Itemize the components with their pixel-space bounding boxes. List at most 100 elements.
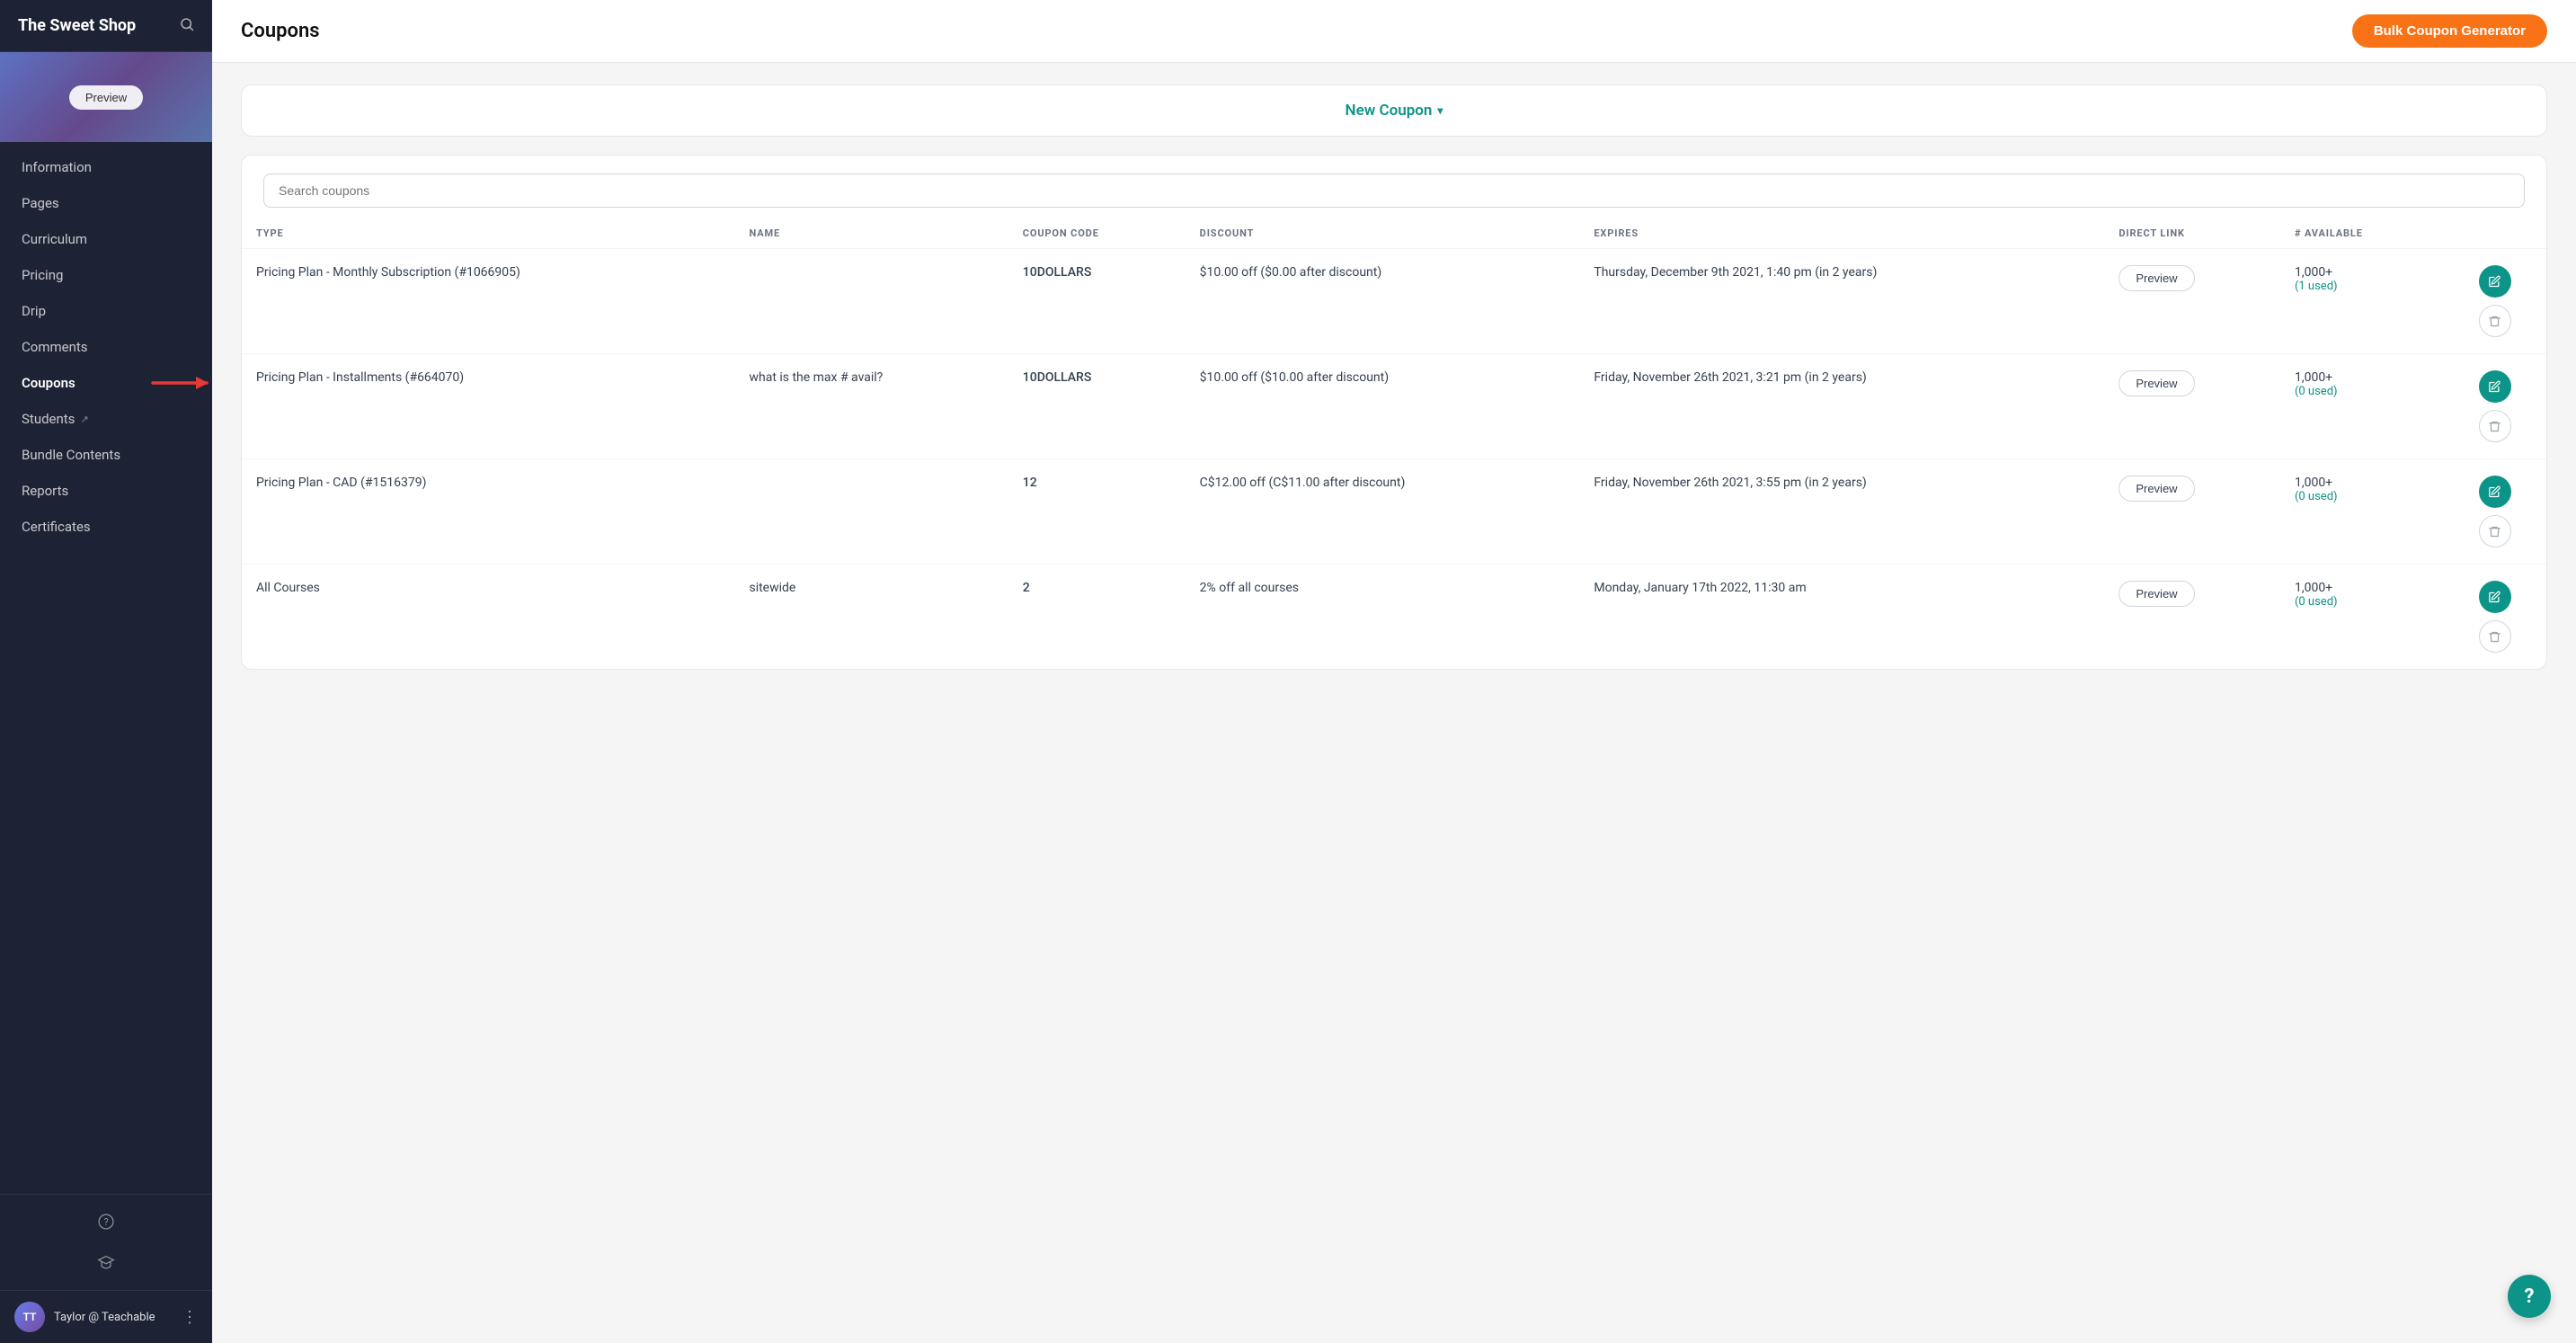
cell-direct-link: Preview [2104, 459, 2280, 565]
edit-button[interactable] [2479, 265, 2511, 298]
new-coupon-label: New Coupon ▾ [1346, 102, 1443, 120]
sidebar-bottom-icons: ? [0, 1194, 212, 1290]
cell-name: sitewide [734, 565, 1008, 670]
chevron-down-icon: ▾ [1437, 104, 1443, 117]
preview-link-button[interactable]: Preview [2119, 476, 2194, 502]
col-expires: EXPIRES [1579, 215, 2104, 249]
cell-name [734, 249, 1008, 354]
sidebar-item-information[interactable]: Information [0, 149, 212, 185]
cell-expires: Friday, November 26th 2021, 3:55 pm (in … [1579, 459, 2104, 565]
page-title: Coupons [241, 20, 320, 42]
sidebar-item-curriculum[interactable]: Curriculum [0, 221, 212, 257]
col-actions [2444, 215, 2546, 249]
cell-type: All Courses [242, 565, 734, 670]
search-bar-wrap [242, 156, 2546, 215]
cell-actions [2444, 565, 2546, 670]
cell-coupon-code: 12 [1008, 459, 1186, 565]
search-icon[interactable] [180, 17, 194, 35]
cell-actions [2444, 249, 2546, 354]
search-input[interactable] [263, 173, 2525, 208]
delete-button[interactable] [2479, 305, 2511, 337]
table-row: Pricing Plan - CAD (#1516379) 12 C$12.00… [242, 459, 2546, 565]
content-area: New Coupon ▾ TYPE NAME COUPON CODE DISCO [212, 63, 2576, 1343]
sidebar-item-coupons[interactable]: Coupons [0, 365, 212, 401]
coupons-card: TYPE NAME COUPON CODE DISCOUNT EXPIRES D… [241, 155, 2547, 670]
cell-coupon-code: 10DOLLARS [1008, 249, 1186, 354]
avatar: TT [14, 1302, 45, 1332]
cell-name [734, 459, 1008, 565]
cell-available: 1,000+ (0 used) [2280, 459, 2444, 565]
sidebar-item-certificates[interactable]: Certificates [0, 509, 212, 545]
table-row: Pricing Plan - Monthly Subscription (#10… [242, 249, 2546, 354]
table-header: TYPE NAME COUPON CODE DISCOUNT EXPIRES D… [242, 215, 2546, 249]
sidebar-preview-banner: Preview [0, 52, 212, 142]
edit-button[interactable] [2479, 581, 2511, 613]
table-row: Pricing Plan - Installments (#664070) wh… [242, 354, 2546, 459]
help-icon-btn[interactable]: ? [88, 1204, 124, 1240]
delete-button[interactable] [2479, 515, 2511, 547]
table-body: Pricing Plan - Monthly Subscription (#10… [242, 249, 2546, 670]
preview-button[interactable]: Preview [69, 85, 143, 110]
new-coupon-bar[interactable]: New Coupon ▾ [241, 84, 2547, 137]
cell-coupon-code: 2 [1008, 565, 1186, 670]
edit-button[interactable] [2479, 370, 2511, 403]
row-actions [2458, 581, 2532, 653]
sidebar-item-label: Drip [22, 303, 46, 319]
svg-text:?: ? [104, 1216, 109, 1228]
cell-type: Pricing Plan - Monthly Subscription (#10… [242, 249, 734, 354]
cell-expires: Friday, November 26th 2021, 3:21 pm (in … [1579, 354, 2104, 459]
app-name: The Sweet Shop [18, 16, 136, 35]
cell-type: Pricing Plan - Installments (#664070) [242, 354, 734, 459]
sidebar-nav: Information Pages Curriculum Pricing Dri… [0, 142, 212, 1194]
cell-discount: 2% off all courses [1186, 565, 1580, 670]
sidebar-item-pages[interactable]: Pages [0, 185, 212, 221]
preview-link-button[interactable]: Preview [2119, 265, 2194, 291]
delete-button[interactable] [2479, 620, 2511, 653]
row-actions [2458, 476, 2532, 547]
preview-link-button[interactable]: Preview [2119, 581, 2194, 607]
sidebar-item-pricing[interactable]: Pricing [0, 257, 212, 293]
cell-available: 1,000+ (0 used) [2280, 354, 2444, 459]
col-type: TYPE [242, 215, 734, 249]
table-row: All Courses sitewide 2 2% off all course… [242, 565, 2546, 670]
sidebar-item-students[interactable]: Students ↗ [0, 401, 212, 437]
bulk-coupon-button[interactable]: Bulk Coupon Generator [2352, 14, 2547, 48]
cell-available: 1,000+ (0 used) [2280, 565, 2444, 670]
cell-type: Pricing Plan - CAD (#1516379) [242, 459, 734, 565]
delete-button[interactable] [2479, 410, 2511, 442]
preview-link-button[interactable]: Preview [2119, 370, 2194, 396]
topbar: Coupons Bulk Coupon Generator [212, 0, 2576, 63]
red-arrow-annotation [144, 370, 212, 396]
row-actions [2458, 265, 2532, 337]
edit-button[interactable] [2479, 476, 2511, 508]
cell-discount: $10.00 off ($10.00 after discount) [1186, 354, 1580, 459]
sidebar-item-label: Students [22, 411, 75, 427]
help-fab[interactable]: ? [2508, 1275, 2551, 1318]
cell-direct-link: Preview [2104, 354, 2280, 459]
graduation-icon-btn[interactable] [88, 1245, 124, 1281]
col-name: NAME [734, 215, 1008, 249]
sidebar-item-label: Pricing [22, 267, 63, 283]
cell-direct-link: Preview [2104, 565, 2280, 670]
sidebar-item-drip[interactable]: Drip [0, 293, 212, 329]
cell-actions [2444, 459, 2546, 565]
row-actions [2458, 370, 2532, 442]
cell-expires: Thursday, December 9th 2021, 1:40 pm (in… [1579, 249, 2104, 354]
sidebar-item-label: Coupons [22, 375, 76, 391]
user-name: Taylor @ Teachable [54, 1311, 155, 1324]
new-coupon-text: New Coupon [1346, 102, 1433, 120]
sidebar-item-label: Curriculum [22, 231, 87, 247]
sidebar-item-reports[interactable]: Reports [0, 473, 212, 509]
cell-discount: C$12.00 off (C$11.00 after discount) [1186, 459, 1580, 565]
sidebar-item-bundle-contents[interactable]: Bundle Contents [0, 437, 212, 473]
sidebar-item-label: Pages [22, 195, 59, 211]
col-coupon-code: COUPON CODE [1008, 215, 1186, 249]
sidebar-user-section: TT Taylor @ Teachable ⋮ [0, 1290, 212, 1343]
sidebar-user: TT Taylor @ Teachable [14, 1302, 155, 1332]
cell-expires: Monday, January 17th 2022, 11:30 am [1579, 565, 2104, 670]
app-wrapper: The Sweet Shop Preview Information Pages… [0, 0, 2576, 1343]
coupons-table: TYPE NAME COUPON CODE DISCOUNT EXPIRES D… [242, 215, 2546, 669]
sidebar-item-comments[interactable]: Comments [0, 329, 212, 365]
user-menu-dots[interactable]: ⋮ [182, 1308, 198, 1327]
col-available: # AVAILABLE [2280, 215, 2444, 249]
